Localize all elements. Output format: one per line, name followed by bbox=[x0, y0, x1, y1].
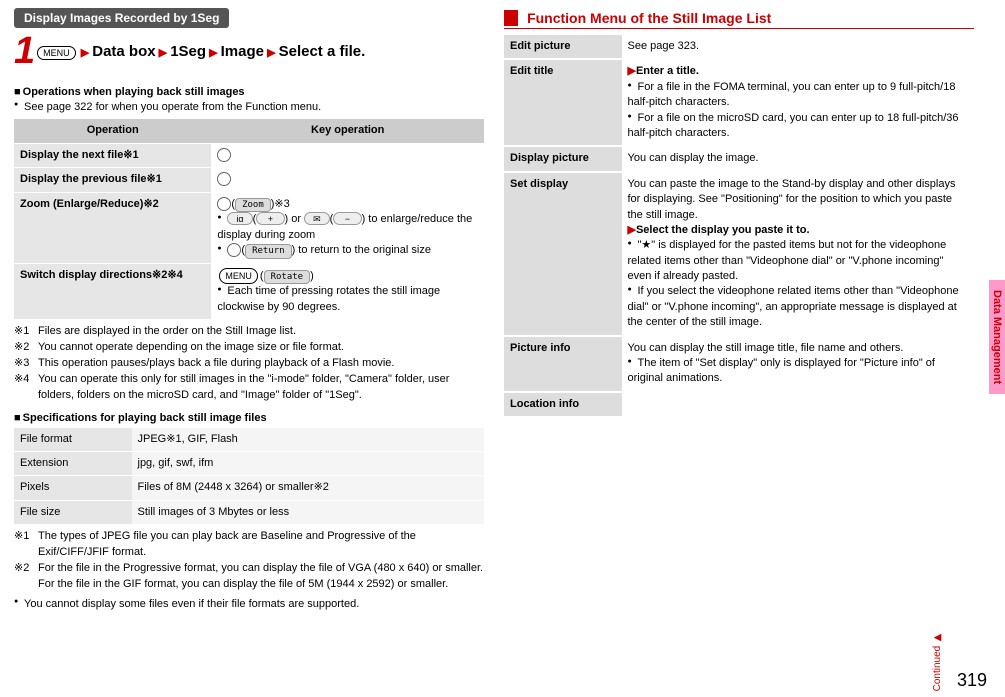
ops-key: (Zoom)※3iα( + ) or ✉( − ) to enlarge/red… bbox=[211, 192, 484, 263]
specs-value: JPEG※1, GIF, Flash bbox=[132, 428, 485, 452]
ops-row: Display the previous file※1 bbox=[14, 168, 484, 192]
arrow-icon: ▶ bbox=[81, 47, 89, 59]
specs-footnotes: ※1The types of JPEG file you can play ba… bbox=[14, 529, 484, 593]
step-text-1: 1Seg bbox=[170, 43, 206, 60]
ops-key: MENU(Rotate)Each time of pressing rotate… bbox=[211, 263, 484, 319]
section-header: Display Images Recorded by 1Seg bbox=[14, 8, 229, 28]
specs-row: File formatJPEG※1, GIF, Flash bbox=[14, 428, 484, 452]
ops-row: Zoom (Enlarge/Reduce)※2(Zoom)※3iα( + ) o… bbox=[14, 192, 484, 263]
ops-th-0: Operation bbox=[14, 119, 211, 143]
function-menu-table: Edit pictureSee page 323.Edit title▶Ente… bbox=[504, 35, 974, 418]
specs-table: File formatJPEG※1, GIF, FlashExtensionjp… bbox=[14, 428, 484, 526]
specs-label: File size bbox=[14, 500, 132, 524]
footnote: ※4You can operate this only for still im… bbox=[14, 372, 484, 404]
func-value: See page 323. bbox=[622, 35, 975, 59]
func-row: Location info bbox=[504, 392, 974, 417]
ops-label: Zoom (Enlarge/Reduce)※2 bbox=[14, 192, 211, 263]
menu-icon: MENU bbox=[37, 46, 76, 60]
ops-label: Switch display directions※2※4 bbox=[14, 263, 211, 319]
specs-label: File format bbox=[14, 428, 132, 452]
func-marker-icon bbox=[504, 10, 518, 26]
ops-key bbox=[211, 168, 484, 192]
func-value: ▶Enter a title.For a file in the FOMA te… bbox=[622, 59, 975, 146]
func-value: You can display the still image title, f… bbox=[622, 336, 975, 392]
footnote: ※2You cannot operate depending on the im… bbox=[14, 340, 484, 356]
specs-row: Extensionjpg, gif, swf, ifm bbox=[14, 451, 484, 475]
func-label: Edit title bbox=[504, 59, 622, 146]
step-text-3: Select a file. bbox=[279, 43, 366, 60]
step-text-2: Image bbox=[221, 43, 264, 60]
func-row: Picture infoYou can display the still im… bbox=[504, 336, 974, 392]
left-column: Display Images Recorded by 1Seg 1 MENU ▶… bbox=[14, 8, 484, 612]
func-value: You can display the image. bbox=[622, 146, 975, 171]
func-label: Set display bbox=[504, 172, 622, 336]
footnote: ※3This operation pauses/plays back a fil… bbox=[14, 356, 484, 372]
func-label: Location info bbox=[504, 392, 622, 417]
specs-label: Pixels bbox=[14, 476, 132, 500]
footnote: ※1The types of JPEG file you can play ba… bbox=[14, 529, 484, 561]
func-value: You can paste the image to the Stand-by … bbox=[622, 172, 975, 336]
specs-row: PixelsFiles of 8M (2448 x 3264) or small… bbox=[14, 476, 484, 500]
func-title-bar: Function Menu of the Still Image List bbox=[504, 8, 974, 29]
ops-row: Display the next file※1 bbox=[14, 143, 484, 167]
ops-label: Display the next file※1 bbox=[14, 143, 211, 167]
operations-table: Operation Key operation Display the next… bbox=[14, 119, 484, 320]
specs-value: Still images of 3 Mbytes or less bbox=[132, 500, 485, 524]
func-label: Edit picture bbox=[504, 35, 622, 59]
ops-heading: Operations when playing back still image… bbox=[14, 86, 484, 98]
specs-value: Files of 8M (2448 x 3264) or smaller※2 bbox=[132, 476, 485, 500]
func-row: Edit title▶Enter a title.For a file in t… bbox=[504, 59, 974, 146]
func-title: Function Menu of the Still Image List bbox=[527, 8, 771, 28]
func-value bbox=[622, 392, 975, 417]
func-row: Set displayYou can paste the image to th… bbox=[504, 172, 974, 336]
step-number: 1 bbox=[14, 32, 35, 70]
side-tab: Data Management bbox=[989, 280, 1005, 394]
footnote: ※1Files are displayed in the order on th… bbox=[14, 324, 484, 340]
right-column: Function Menu of the Still Image List Ed… bbox=[504, 8, 974, 612]
arrow-icon: ▶ bbox=[209, 47, 217, 59]
specs-tail: You cannot display some files even if th… bbox=[14, 597, 484, 612]
specs-value: jpg, gif, swf, ifm bbox=[132, 451, 485, 475]
specs-heading: Specifications for playing back still im… bbox=[14, 412, 484, 424]
ops-label: Display the previous file※1 bbox=[14, 168, 211, 192]
func-row: Display pictureYou can display the image… bbox=[504, 146, 974, 171]
arrow-icon: ▶ bbox=[159, 47, 167, 59]
specs-label: Extension bbox=[14, 451, 132, 475]
func-label: Picture info bbox=[504, 336, 622, 392]
arrow-icon: ▶ bbox=[267, 47, 275, 59]
step-text-0: Data box bbox=[92, 43, 155, 60]
page-number: 319 bbox=[957, 670, 987, 691]
footnote: ※2For the file in the Progressive format… bbox=[14, 561, 484, 593]
ops-key bbox=[211, 143, 484, 167]
continued-label: Continued ▶ bbox=[932, 632, 943, 691]
ops-note: See page 322 for when you operate from t… bbox=[14, 100, 484, 115]
step-1: 1 MENU ▶ Data box ▶ 1Seg ▶ Image ▶ Selec… bbox=[14, 32, 484, 70]
ops-footnotes: ※1Files are displayed in the order on th… bbox=[14, 324, 484, 404]
ops-row: Switch display directions※2※4MENU(Rotate… bbox=[14, 263, 484, 319]
func-row: Edit pictureSee page 323. bbox=[504, 35, 974, 59]
ops-th-1: Key operation bbox=[211, 119, 484, 143]
func-label: Display picture bbox=[504, 146, 622, 171]
specs-row: File sizeStill images of 3 Mbytes or les… bbox=[14, 500, 484, 524]
